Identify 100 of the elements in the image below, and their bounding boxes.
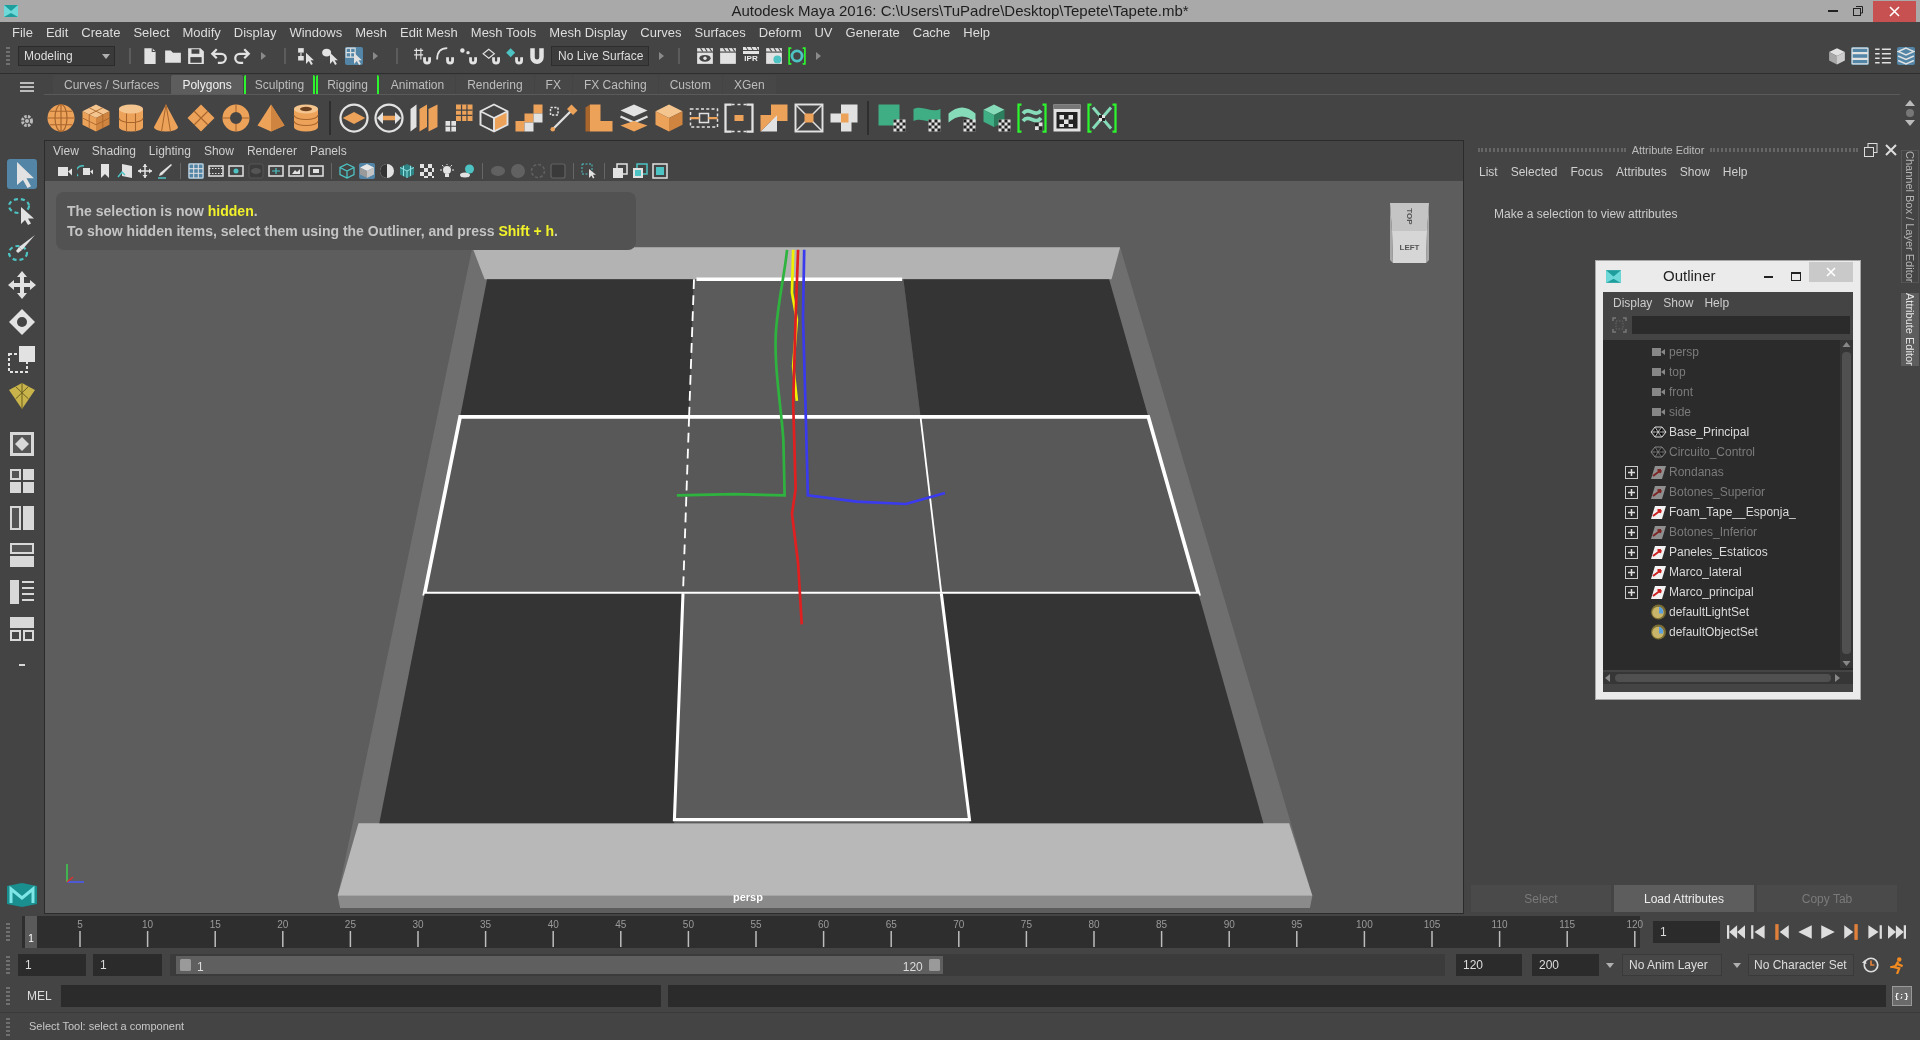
shadow-sphere-icon[interactable] xyxy=(459,163,475,179)
menu-item[interactable]: Shading xyxy=(91,142,136,160)
checker-icon[interactable] xyxy=(419,163,435,179)
drag-handle-icon[interactable] xyxy=(6,987,10,1005)
menu-item[interactable]: Windows xyxy=(289,23,343,43)
live-surface-field[interactable]: No Live Surface xyxy=(551,46,649,66)
menu-item[interactable]: Mesh xyxy=(355,23,387,43)
outliner-item[interactable]: top xyxy=(1603,362,1840,382)
clapper-icon[interactable] xyxy=(719,47,737,65)
barrel-icon[interactable] xyxy=(291,102,321,133)
settings-icon[interactable] xyxy=(20,114,34,128)
cube-icon[interactable] xyxy=(81,102,111,133)
outliner-item[interactable]: Marco_principal xyxy=(1603,582,1840,602)
range-handle-icon[interactable] xyxy=(180,959,191,971)
layer-stack-icon[interactable] xyxy=(619,102,649,133)
rotate-diamond-icon[interactable] xyxy=(7,307,37,337)
framed-square-icon[interactable] xyxy=(652,163,668,179)
panel-rows-icon[interactable] xyxy=(1851,47,1869,65)
menu-item[interactable]: Lighting xyxy=(148,142,191,160)
bracket-frame-icon[interactable] xyxy=(724,102,754,133)
bent-block-icon[interactable] xyxy=(584,102,614,133)
filter-field[interactable] xyxy=(1632,316,1850,334)
list-lines-icon[interactable] xyxy=(1874,47,1892,65)
menu-item[interactable]: Mesh Display xyxy=(549,23,628,43)
pan-arrows-icon[interactable] xyxy=(137,163,153,179)
overlap-squares-icon[interactable] xyxy=(612,163,628,179)
float-window-icon[interactable] xyxy=(1864,143,1878,157)
running-figure-icon[interactable] xyxy=(1888,956,1906,974)
expand-icon[interactable] xyxy=(1625,525,1638,539)
close-icon[interactable] xyxy=(1873,0,1916,22)
cursor-blob-icon[interactable] xyxy=(321,47,339,65)
cone-icon[interactable] xyxy=(151,102,181,133)
menu-item[interactable]: Selected xyxy=(1510,163,1558,181)
half-disc-icon[interactable] xyxy=(379,163,395,179)
shelf-tab[interactable]: Polygons xyxy=(171,75,243,94)
language-toggle[interactable]: MEL xyxy=(27,987,52,1005)
drag-handle-icon[interactable] xyxy=(6,47,10,65)
collapse-arrow-icon[interactable] xyxy=(261,52,266,60)
menu-item[interactable]: List xyxy=(1479,163,1498,181)
expand-icon[interactable] xyxy=(1625,585,1638,599)
cell-stairs-icon[interactable] xyxy=(514,102,544,133)
expand-icon[interactable] xyxy=(1625,485,1638,499)
range-handle-icon[interactable] xyxy=(928,959,940,971)
step-back-key-icon[interactable] xyxy=(1750,923,1768,941)
paint-brush-icon[interactable] xyxy=(7,233,37,263)
magnet-curve-icon[interactable] xyxy=(436,47,454,65)
outliner-item[interactable]: Circuito_Control xyxy=(1603,442,1840,462)
menu-icon[interactable] xyxy=(20,82,34,92)
two-panes-side-icon[interactable] xyxy=(9,505,35,531)
outliner-item[interactable]: Rondanas xyxy=(1603,462,1840,482)
collapse-arrow-icon[interactable] xyxy=(659,52,664,60)
grid-tile-icon[interactable] xyxy=(7,381,37,411)
shelf-tab[interactable]: Sculpting xyxy=(243,75,316,94)
undo-icon[interactable] xyxy=(210,47,228,65)
menu-item[interactable]: View xyxy=(53,142,79,160)
outliner-item[interactable]: Botones_Inferior xyxy=(1603,522,1840,542)
range-slider-track[interactable]: 1 120 xyxy=(170,954,1445,976)
menu-item[interactable]: Display xyxy=(233,23,277,43)
vertical-scrollbar-icon[interactable] xyxy=(1840,340,1853,668)
menu-item[interactable]: Create xyxy=(81,23,121,43)
pyramid-icon[interactable] xyxy=(256,102,286,133)
scroll-up-icon[interactable] xyxy=(1905,100,1915,106)
menu-item[interactable]: Deform xyxy=(758,23,802,43)
disc-plane-icon[interactable] xyxy=(339,102,369,133)
magnet-plane-icon[interactable] xyxy=(482,47,500,65)
menu-item[interactable]: Renderer xyxy=(246,142,297,160)
move-arrows-icon[interactable] xyxy=(7,270,37,300)
menu-item[interactable]: Show xyxy=(1663,294,1694,312)
drag-handle-icon[interactable] xyxy=(6,956,10,974)
drag-handle-icon[interactable] xyxy=(6,923,10,941)
menu-item[interactable]: Show xyxy=(1679,163,1710,181)
diamond-icon[interactable] xyxy=(186,102,216,133)
scroll-down-icon[interactable] xyxy=(1905,120,1915,126)
x-frame-icon[interactable] xyxy=(794,102,824,133)
end-time-field[interactable]: 200 xyxy=(1532,954,1599,976)
cell-grid-icon[interactable] xyxy=(444,102,474,133)
menu-item[interactable]: Generate xyxy=(845,23,900,43)
outliner-item[interactable]: front xyxy=(1603,382,1840,402)
restore-icon[interactable] xyxy=(1853,6,1863,16)
magnet-grid-icon[interactable] xyxy=(413,47,431,65)
expand-icon[interactable] xyxy=(1625,545,1638,559)
skip-to-start-icon[interactable] xyxy=(1727,923,1745,941)
step-forward-key-icon[interactable] xyxy=(1865,923,1883,941)
side-tab[interactable]: Attribute Editor xyxy=(1901,293,1919,367)
camera-cycle-icon[interactable] xyxy=(77,163,93,179)
drag-handle-icon[interactable] xyxy=(6,1017,10,1036)
menu-item[interactable]: Mesh Tools xyxy=(470,23,537,43)
outliner-item[interactable]: Botones_Superior xyxy=(1603,482,1840,502)
square-checker-icon[interactable] xyxy=(877,102,907,133)
redo-icon[interactable] xyxy=(233,47,251,65)
expand-icon[interactable] xyxy=(1625,565,1638,579)
inner-frame-icon[interactable] xyxy=(308,163,324,179)
expand-icon[interactable] xyxy=(1625,465,1638,479)
wire-cube-icon[interactable] xyxy=(339,163,355,179)
play-icon[interactable] xyxy=(1819,923,1837,941)
pen-line-icon[interactable] xyxy=(549,102,579,133)
clock-arrows-icon[interactable] xyxy=(1862,956,1880,974)
layered-squares-icon[interactable] xyxy=(632,163,648,179)
skip-to-end-icon[interactable] xyxy=(1888,923,1906,941)
menu-item[interactable]: Surfaces xyxy=(694,23,746,43)
